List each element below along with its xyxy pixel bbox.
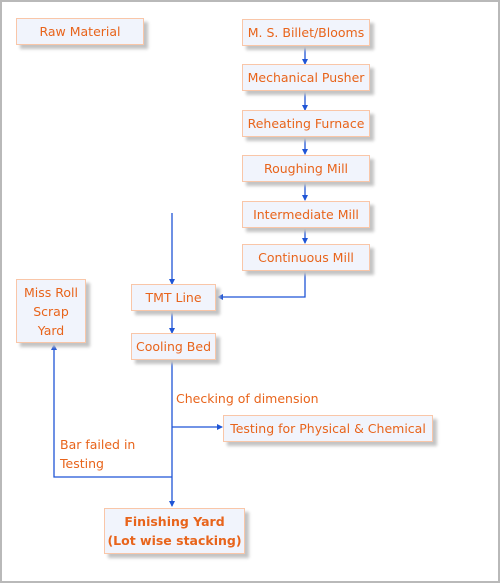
node-cooling-bed: Cooling Bed xyxy=(131,333,216,360)
node-billet-label: M. S. Billet/Blooms xyxy=(247,25,365,40)
label-bar-failed-1: Bar failed in xyxy=(60,437,136,452)
scrap-line-3: Yard xyxy=(37,322,65,338)
node-tmt-line: TMT Line xyxy=(131,284,216,311)
node-cooling-bed-label: Cooling Bed xyxy=(136,339,211,354)
node-raw-material-label: Raw Material xyxy=(39,24,121,39)
node-continuous-mill: Continuous Mill xyxy=(242,244,370,271)
finishing-line-2: (Lot wise stacking) xyxy=(107,533,242,548)
node-roughing-mill: Roughing Mill xyxy=(242,155,370,182)
node-reheating-furnace-label: Reheating Furnace xyxy=(247,116,365,131)
node-intermediate-mill-label: Intermediate Mill xyxy=(253,207,359,222)
edge-continuous-tmt xyxy=(217,271,306,300)
finishing-line-1: Finishing Yard xyxy=(124,514,225,529)
node-tmt-line-label: TMT Line xyxy=(145,290,202,305)
label-checking-dimension: Checking of dimension xyxy=(176,391,319,406)
node-miss-roll-scrap-yard: Miss Roll Scrap Yard xyxy=(16,279,86,343)
node-testing-label: Testing for Physical & Chemical xyxy=(230,421,426,436)
node-roughing-mill-label: Roughing Mill xyxy=(263,161,349,176)
scrap-line-1: Miss Roll xyxy=(24,284,78,300)
node-mechanical-pusher-label: Mechanical Pusher xyxy=(247,70,365,85)
node-reheating-furnace: Reheating Furnace xyxy=(242,110,370,137)
node-billet: M. S. Billet/Blooms xyxy=(242,19,370,46)
scrap-line-2: Scrap xyxy=(33,303,69,319)
label-bar-failed-2: Testing xyxy=(60,456,104,471)
node-raw-material: Raw Material xyxy=(16,18,144,45)
node-intermediate-mill: Intermediate Mill xyxy=(242,201,370,228)
node-mechanical-pusher: Mechanical Pusher xyxy=(242,64,370,91)
node-continuous-mill-label: Continuous Mill xyxy=(258,250,354,265)
node-finishing-yard: Finishing Yard (Lot wise stacking) xyxy=(104,508,245,554)
node-testing: Testing for Physical & Chemical xyxy=(223,415,433,442)
